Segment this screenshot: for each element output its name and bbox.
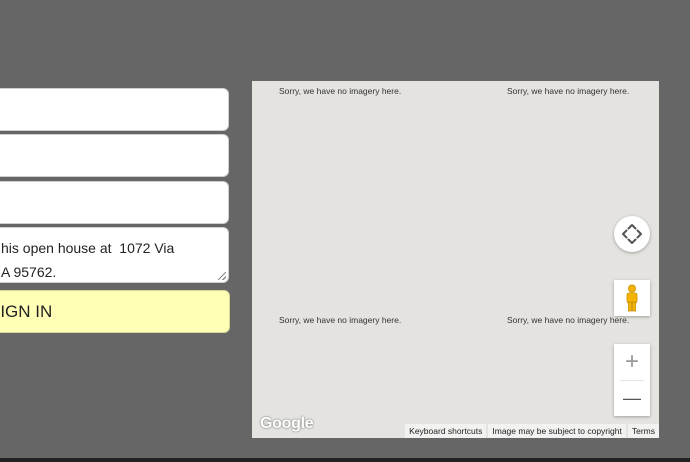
pan-arrows-icon xyxy=(622,224,642,244)
map-view[interactable]: Sorry, we have no imagery here. Sorry, w… xyxy=(252,81,659,438)
phone-field[interactable] xyxy=(0,181,229,224)
copyright-notice: Image may be subject to copyright xyxy=(488,424,626,438)
plus-icon: + xyxy=(624,348,639,375)
bottom-edge xyxy=(0,458,690,462)
name-field[interactable] xyxy=(0,88,229,131)
pegman-icon xyxy=(626,284,638,312)
message-line-1: his open house at 1072 Via xyxy=(1,240,175,256)
terms-link[interactable]: Terms xyxy=(627,424,659,438)
minus-icon: — xyxy=(623,388,641,408)
email-field[interactable] xyxy=(0,134,229,177)
no-imagery-text: Sorry, we have no imagery here. xyxy=(279,86,402,96)
keyboard-shortcuts-link[interactable]: Keyboard shortcuts xyxy=(405,424,487,438)
no-imagery-text: Sorry, we have no imagery here. xyxy=(507,315,630,325)
zoom-control: + — xyxy=(614,344,650,416)
message-textarea[interactable]: his open house at 1072 Via A 95762. xyxy=(0,227,229,283)
message-line-2: A 95762. xyxy=(1,264,57,280)
sign-in-label: SIGN IN xyxy=(0,301,53,321)
street-view-pegman-button[interactable] xyxy=(614,280,650,316)
pan-control-button[interactable] xyxy=(614,216,650,252)
no-imagery-text: Sorry, we have no imagery here. xyxy=(279,315,402,325)
sign-in-button[interactable]: SIGN IN xyxy=(0,290,230,333)
zoom-in-button[interactable]: + xyxy=(614,344,650,380)
google-logo: Google xyxy=(260,415,314,432)
map-attribution: Keyboard shortcuts Image may be subject … xyxy=(403,424,659,438)
resize-handle-icon[interactable] xyxy=(218,272,226,280)
no-imagery-text: Sorry, we have no imagery here. xyxy=(507,86,630,96)
zoom-out-button[interactable]: — xyxy=(614,380,650,416)
